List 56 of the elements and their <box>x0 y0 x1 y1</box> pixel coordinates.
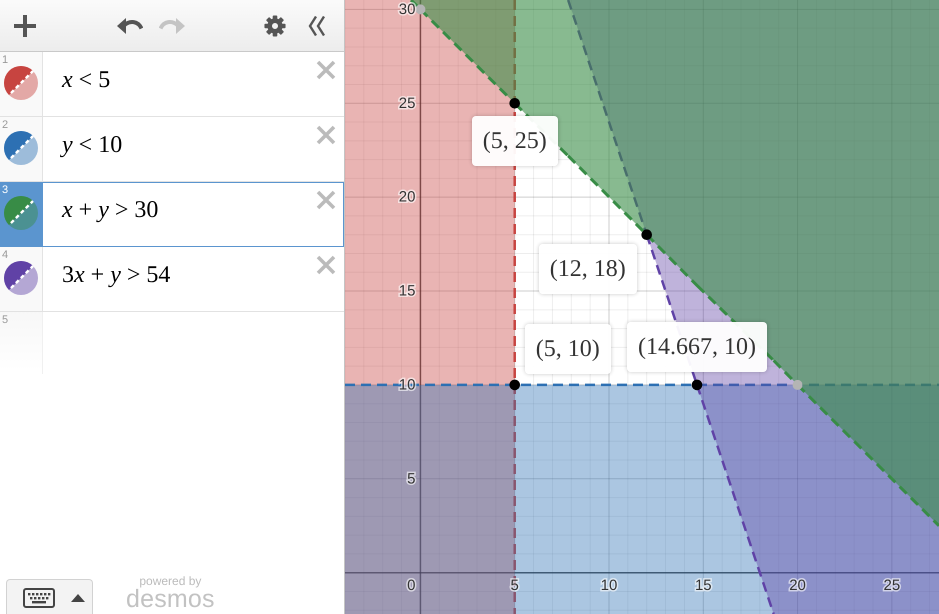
axis-tick-label: 5 <box>510 577 519 594</box>
point-label: (5, 10) <box>524 324 611 374</box>
axis-tick-label: 25 <box>884 577 900 594</box>
expression-input[interactable]: x + y > 30 <box>43 182 316 226</box>
axis-tick-label: 15 <box>398 282 416 300</box>
keyboard-icon <box>23 588 55 608</box>
desmos-logo: desmos <box>126 588 215 610</box>
undo-button[interactable] <box>117 16 143 34</box>
expression-row[interactable]: 3 x + y > 30 <box>0 182 344 247</box>
color-swatch-icon[interactable] <box>4 66 38 100</box>
close-icon <box>316 190 336 210</box>
expression-input[interactable]: 3x + y > 54 <box>43 247 316 291</box>
axis-tick-label: 10 <box>600 577 618 594</box>
axis-tick-label: 15 <box>694 577 712 594</box>
point-marker <box>509 98 520 109</box>
color-swatch-icon[interactable] <box>4 131 38 165</box>
settings-button[interactable] <box>264 14 286 36</box>
close-icon <box>316 255 336 275</box>
row-number: 1 <box>1 53 8 66</box>
axis-tick-label: 0 <box>407 577 416 594</box>
color-swatch-icon[interactable] <box>4 196 38 230</box>
settings-icon <box>264 14 286 36</box>
row-number: 2 <box>1 118 8 131</box>
close-icon <box>316 125 336 145</box>
caret-up-icon <box>71 594 85 602</box>
intersection-marker <box>792 380 803 390</box>
axis-tick-label: 5 <box>407 470 416 488</box>
axis-tick-label: 30 <box>398 0 416 18</box>
redo-icon <box>159 16 185 34</box>
powered-by-text: powered by <box>139 575 202 588</box>
double-chevron-left-icon <box>307 14 327 36</box>
point-marker <box>509 380 520 390</box>
row-number: 4 <box>1 248 8 261</box>
expression-row[interactable]: 2 y < 10 <box>0 117 344 182</box>
axis-tick-label: 25 <box>398 94 416 112</box>
plus-icon <box>14 14 36 36</box>
undo-icon <box>117 16 143 34</box>
point-label: (5, 25) <box>472 116 558 166</box>
row-number: 3 <box>1 183 8 196</box>
row-number: 5 <box>1 313 8 326</box>
point-label: (14.667, 10) <box>627 322 767 372</box>
expression-input[interactable]: y < 10 <box>43 117 316 161</box>
point-marker <box>641 229 652 240</box>
axis-tick-label: 20 <box>398 188 416 206</box>
point-label: (12, 18) <box>538 244 637 294</box>
close-icon <box>316 60 336 80</box>
axis-tick-label: 20 <box>789 577 806 594</box>
point-marker <box>692 380 702 390</box>
expression-row[interactable]: 1 x < 5 <box>0 52 344 117</box>
expression-input[interactable]: x < 5 <box>43 52 316 96</box>
collapse-button[interactable] <box>307 14 327 36</box>
expression-row[interactable]: 4 3x + y > 54 <box>0 247 344 312</box>
add-button[interactable] <box>14 14 36 36</box>
intersection-marker <box>415 4 426 14</box>
color-swatch-icon[interactable] <box>4 261 38 295</box>
keyboard-button[interactable] <box>6 579 93 614</box>
